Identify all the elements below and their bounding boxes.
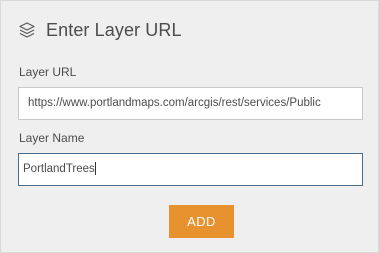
- panel-title: Enter Layer URL: [46, 19, 182, 40]
- layer-url-input[interactable]: https://www.portlandmaps.com/arcgis/rest…: [18, 87, 363, 120]
- panel-header: Enter Layer URL: [18, 17, 182, 43]
- text-caret: [94, 162, 96, 176]
- layers-icon: [18, 21, 36, 39]
- layer-url-value: https://www.portlandmaps.com/arcgis/rest…: [28, 97, 321, 109]
- layer-url-label: Layer URL: [19, 65, 77, 79]
- add-layer-panel: Enter Layer URL Layer URL https://www.po…: [0, 0, 379, 253]
- layer-name-input[interactable]: PortlandTrees: [18, 153, 363, 186]
- layer-name-value: PortlandTrees: [23, 163, 95, 175]
- add-button[interactable]: ADD: [169, 205, 234, 238]
- layer-name-label: Layer Name: [19, 131, 85, 145]
